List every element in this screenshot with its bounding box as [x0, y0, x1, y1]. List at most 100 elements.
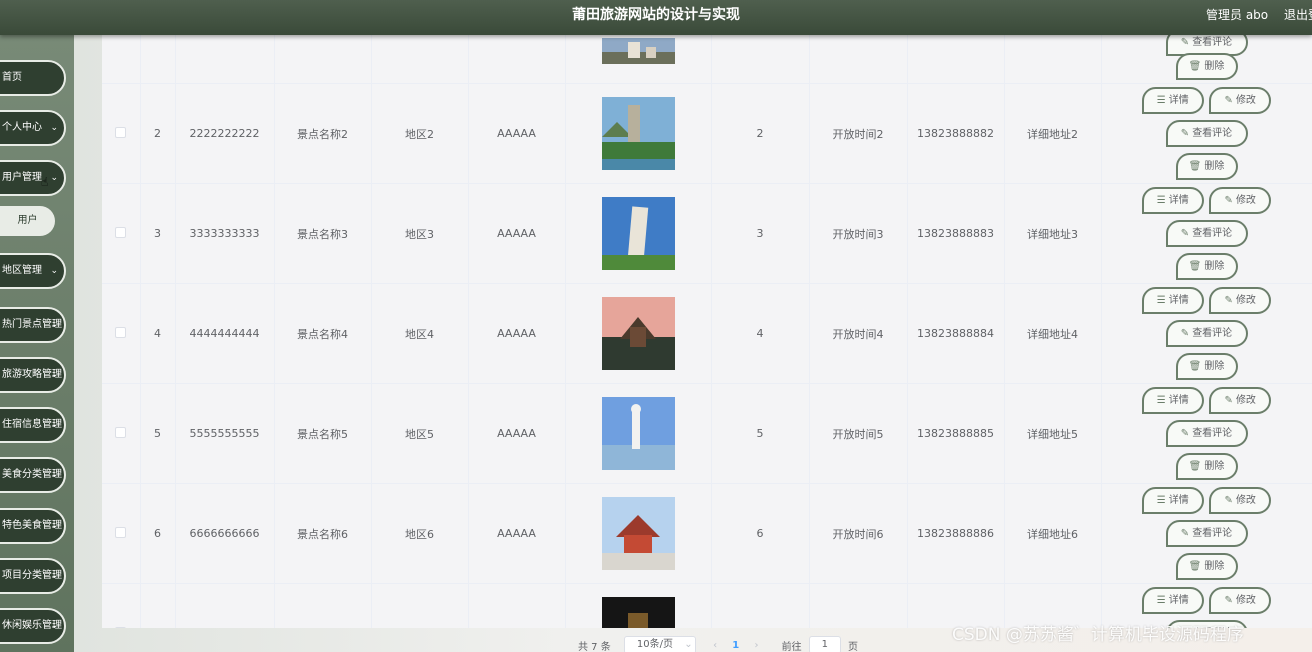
- edit-button[interactable]: ✎ 修改: [1209, 587, 1272, 614]
- view-comments-button[interactable]: ✎查看评论: [1165, 420, 1248, 447]
- row-number: 3333333333: [175, 183, 275, 284]
- row-phone: 13823888884: [907, 283, 1005, 384]
- document-icon: ☰: [1156, 595, 1166, 606]
- sidebar-subitem-user[interactable]: 用户: [0, 206, 55, 236]
- chevron-down-icon: ⌄: [50, 521, 58, 531]
- mouse-pointer-icon: ☝: [41, 175, 49, 189]
- row-number: 6666666666: [175, 483, 275, 584]
- delete-button[interactable]: 🗑 删除: [1175, 353, 1238, 380]
- row-level: AAAAA: [468, 583, 566, 628]
- row-clicks: 3: [711, 183, 810, 284]
- row-checkbox-cell: [102, 383, 141, 484]
- next-page-button[interactable]: ›: [754, 640, 758, 651]
- row-checkbox[interactable]: [115, 326, 127, 338]
- sidebar-item-label: 用户管理: [2, 172, 42, 183]
- detail-button[interactable]: ☰ 详情: [1141, 287, 1204, 314]
- sidebar-item-project-categories[interactable]: 项目分类管理 ⌄: [0, 558, 66, 594]
- row-spot-name: 景点名称5: [274, 383, 372, 484]
- view-comments-button[interactable]: ✎查看评论: [1165, 220, 1248, 247]
- row-address: 详细地址2: [1004, 83, 1102, 184]
- thumbnail-cell: [565, 383, 712, 484]
- row-hours: 开放时间6: [809, 483, 908, 584]
- row-phone: 13823888885: [907, 383, 1005, 484]
- edit-icon: ✎: [1180, 228, 1190, 239]
- detail-button[interactable]: ☰ 详情: [1141, 187, 1204, 214]
- sidebar-item-lodging[interactable]: 住宿信息管理 ⌄: [0, 407, 66, 443]
- detail-button[interactable]: ☰ 详情: [1141, 387, 1204, 414]
- row-checkbox[interactable]: [115, 626, 127, 628]
- thumbnail-cell: [565, 283, 712, 384]
- scenic-thumbnail: [601, 397, 675, 470]
- detail-button[interactable]: ☰ 详情: [1141, 487, 1204, 514]
- detail-button[interactable]: ☰ 详情: [1141, 587, 1204, 614]
- goto-label: 前往: [781, 641, 802, 652]
- sidebar-item-food-categories[interactable]: 美食分类管理 ⌄: [0, 457, 66, 493]
- edit-button[interactable]: ✎ 修改: [1209, 387, 1272, 414]
- edit-button[interactable]: ✎ 修改: [1209, 87, 1272, 114]
- edit-button[interactable]: ✎ 修改: [1209, 287, 1272, 314]
- edit-button[interactable]: ✎ 修改: [1209, 187, 1272, 214]
- sidebar-item-hot-spots[interactable]: 热门景点管理 ⌄: [0, 307, 66, 343]
- view-comments-button[interactable]: ✎查看评论: [1165, 120, 1248, 147]
- sidebar-item-user-management[interactable]: 用户管理 ⌄: [0, 160, 66, 196]
- trash-icon: 🗑: [1188, 461, 1202, 472]
- row-index: 4: [140, 283, 176, 384]
- row-clicks: 4: [711, 283, 810, 384]
- pagination-total: 共 7 条: [578, 641, 611, 652]
- row-checkbox-cell: [102, 183, 141, 284]
- row-level: AAAAA: [468, 483, 566, 584]
- view-comments-button[interactable]: ✎查看评论: [1165, 320, 1248, 347]
- row-checkbox[interactable]: [115, 526, 127, 538]
- prev-page-button[interactable]: ‹: [713, 640, 717, 651]
- edit-button[interactable]: ✎ 修改: [1209, 487, 1272, 514]
- sidebar-item-travel-guides[interactable]: 旅游攻略管理 ⌄: [0, 357, 66, 393]
- view-comments-button[interactable]: ✎查看评论: [1165, 520, 1248, 547]
- goto-page-input[interactable]: 1: [808, 636, 841, 652]
- delete-button[interactable]: 🗑 删除: [1175, 253, 1238, 280]
- row-number: 4444444444: [175, 283, 275, 384]
- row-level: AAAAA: [468, 183, 566, 284]
- chevron-down-icon: ⌄: [50, 420, 58, 430]
- page-size-select[interactable]: 10条/页 ⌄: [623, 636, 696, 652]
- trash-icon: 🗑: [1188, 361, 1202, 372]
- detail-button[interactable]: ☰ 详情: [1141, 87, 1204, 114]
- delete-button[interactable]: 🗑 删除: [1175, 53, 1238, 80]
- table-row: 5 5555555555 景点名称5 地区5 AAAAA 5 开放时间5 138…: [102, 383, 1312, 484]
- row-phone: 13823888882: [907, 83, 1005, 184]
- edit-icon: ✎: [1180, 128, 1190, 139]
- row-region: 地区3: [371, 183, 469, 284]
- row-actions: ☰详情 ✎修改 ✎查看评论 🗑删除: [1101, 483, 1312, 584]
- sidebar-item-label: 首页: [2, 72, 22, 83]
- row-phone: 13823888883: [907, 183, 1005, 284]
- edit-icon: ✎: [1180, 528, 1190, 539]
- logout-link[interactable]: 退出登: [1284, 0, 1312, 30]
- chevron-down-icon: ⌄: [684, 639, 693, 650]
- chevron-down-icon: ⌄: [50, 173, 58, 183]
- sidebar-item-region-management[interactable]: 地区管理 ⌄: [0, 253, 66, 289]
- trash-icon: 🗑: [1188, 161, 1202, 172]
- page-number-current[interactable]: 1: [732, 640, 739, 651]
- row-checkbox[interactable]: [115, 226, 127, 238]
- row-checkbox[interactable]: [115, 126, 127, 138]
- row-level: AAAAA: [468, 383, 566, 484]
- row-clicks: 2: [711, 83, 810, 184]
- row-hours: 7:00-22;00: [809, 583, 908, 628]
- row-index: 3: [140, 183, 176, 284]
- delete-button[interactable]: 🗑 删除: [1175, 153, 1238, 180]
- thumbnail-cell: [565, 35, 712, 84]
- row-address: 详细地址6: [1004, 483, 1102, 584]
- table-row: 2 2222222222 景点名称2 地区2 AAAAA 2 开放时间2 138…: [102, 83, 1312, 184]
- row-checkbox[interactable]: [115, 426, 127, 438]
- row-region: 地区4: [371, 283, 469, 384]
- sidebar-item-home[interactable]: 首页: [0, 60, 66, 96]
- edit-icon: ✎: [1180, 328, 1190, 339]
- sidebar-item-leisure[interactable]: 休闲娱乐管理 ⌄: [0, 608, 66, 644]
- trash-icon: 🗑: [1188, 261, 1202, 272]
- sidebar-item-personal-center[interactable]: 个人中心 ⌄: [0, 110, 66, 146]
- row-number: 1648456688043: [175, 583, 275, 628]
- row-region: 地区5: [371, 383, 469, 484]
- sidebar-item-specialty-food[interactable]: 特色美食管理 ⌄: [0, 508, 66, 544]
- table-row: 6 6666666666 景点名称6 地区6 AAAAA 6 开放时间6 138…: [102, 483, 1312, 584]
- delete-button[interactable]: 🗑 删除: [1175, 553, 1238, 580]
- delete-button[interactable]: 🗑 删除: [1175, 453, 1238, 480]
